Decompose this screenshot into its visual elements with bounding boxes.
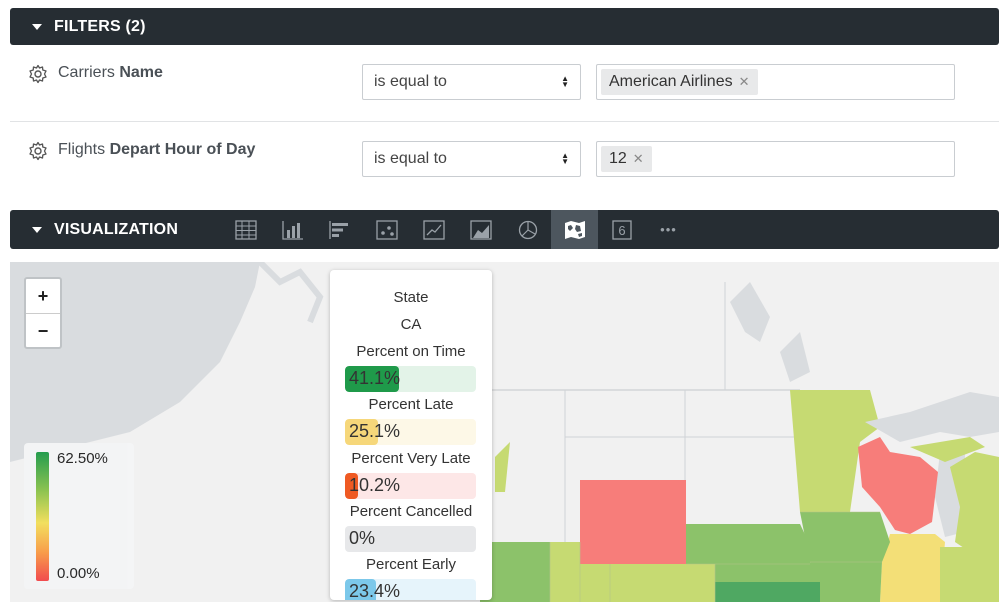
select-arrows-icon: ▲ ▼ xyxy=(561,151,569,166)
color-legend: 62.50% 0.00% xyxy=(24,443,134,589)
remove-chip-icon[interactable]: ✕ xyxy=(739,69,750,95)
chip-label: American Airlines xyxy=(609,73,733,90)
zoom-out-button[interactable]: − xyxy=(26,314,60,348)
legend-gradient xyxy=(36,452,49,581)
tooltip-metric-label: Percent Early xyxy=(365,556,457,573)
value-input[interactable]: 12 ✕ xyxy=(596,141,955,177)
map-view[interactable]: + − 62.50% 0.00% State CA Percent on Tim… xyxy=(10,262,999,602)
state-nebraska xyxy=(686,524,818,562)
filter-row-carriers: Carriers Name is equal to ▲ ▼ American Ai… xyxy=(10,45,999,121)
value-input[interactable]: American Airlines ✕ xyxy=(596,64,955,100)
metric-value: 41.1% xyxy=(349,368,401,388)
map-tooltip: State CA Percent on Time 41.1% Percent L… xyxy=(330,270,492,600)
filters-title: FILTERS (2) xyxy=(54,17,146,35)
tooltip-metric-bar: 0% xyxy=(345,526,476,552)
zoom-control: + − xyxy=(24,277,62,349)
collapse-triangle-icon[interactable] xyxy=(32,23,42,30)
filter-row-depart-hour: Flights Depart Hour of Day is equal to ▲… xyxy=(10,122,999,198)
remove-chip-icon[interactable]: ✕ xyxy=(633,146,644,172)
chip-label: 12 xyxy=(609,150,627,167)
visualization-header[interactable]: VISUALIZATION 6 ••• xyxy=(10,210,999,249)
state-indiana xyxy=(940,547,999,602)
more-icon[interactable]: ••• xyxy=(645,210,692,249)
tooltip-metric-label: Percent Late xyxy=(368,396,454,413)
tooltip-metric-label: Percent Cancelled xyxy=(349,503,473,520)
metric-value: 10.2% xyxy=(349,475,401,495)
legend-max-label: 62.50% xyxy=(57,450,108,467)
state-missouri xyxy=(810,562,882,602)
tooltip-metric-bar: 10.2% xyxy=(345,473,476,499)
metric-value: 23.4% xyxy=(349,581,401,600)
pie-chart-icon[interactable] xyxy=(504,210,551,249)
line-chart-icon[interactable] xyxy=(410,210,457,249)
visualization-title: VISUALIZATION xyxy=(54,220,179,238)
scatter-icon[interactable] xyxy=(363,210,410,249)
metric-value: 25.1% xyxy=(349,421,401,441)
bar-chart-icon[interactable] xyxy=(316,210,363,249)
map-icon[interactable] xyxy=(551,210,598,249)
state-utah xyxy=(550,542,580,602)
operator-select[interactable]: is equal to ▲ ▼ xyxy=(362,64,581,100)
operator-value: is equal to xyxy=(374,73,447,90)
gear-icon[interactable] xyxy=(28,141,48,161)
zoom-in-button[interactable]: + xyxy=(26,279,60,313)
single-value-icon[interactable]: 6 xyxy=(598,210,645,249)
collapse-triangle-icon[interactable] xyxy=(32,226,42,233)
area-chart-icon[interactable] xyxy=(457,210,504,249)
gear-icon[interactable] xyxy=(28,64,48,84)
column-chart-icon[interactable] xyxy=(269,210,316,249)
filter-label: Flights Depart Hour of Day xyxy=(58,141,256,158)
tooltip-metric-bar: 23.4% xyxy=(345,579,476,600)
svg-text:6: 6 xyxy=(618,223,625,238)
map-canvas[interactable] xyxy=(10,262,999,602)
table-icon[interactable] xyxy=(222,210,269,249)
select-arrows-icon: ▲ ▼ xyxy=(561,74,569,89)
legend-min-label: 0.00% xyxy=(57,565,100,582)
state-colorado xyxy=(610,564,715,602)
tooltip-metric-bar: 25.1% xyxy=(345,419,476,445)
value-chip: American Airlines ✕ xyxy=(601,69,758,95)
state-wyoming xyxy=(580,480,686,564)
tooltip-state-label: State xyxy=(393,289,429,306)
viz-type-toolbar: 6 ••• xyxy=(222,210,692,249)
tooltip-metric-label: Percent Very Late xyxy=(351,450,471,467)
tooltip-metric-bar: 41.1% xyxy=(345,366,476,392)
state-kansas xyxy=(715,582,820,602)
operator-select[interactable]: is equal to ▲ ▼ xyxy=(362,141,581,177)
metric-value: 0% xyxy=(349,528,376,548)
filter-label: Carriers Name xyxy=(58,64,163,81)
tooltip-metric-label: Percent on Time xyxy=(356,343,466,360)
filters-header[interactable]: FILTERS (2) xyxy=(10,8,999,45)
state-illinois xyxy=(880,534,945,602)
operator-value: is equal to xyxy=(374,150,447,167)
tooltip-state-value: CA xyxy=(400,316,422,333)
value-chip: 12 ✕ xyxy=(601,146,652,172)
